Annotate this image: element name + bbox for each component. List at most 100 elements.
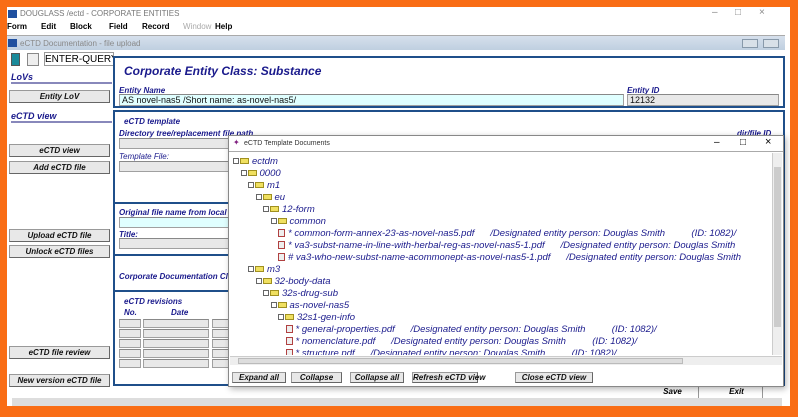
exit-door-icon[interactable]	[11, 53, 20, 66]
tree-folder[interactable]: 32s1-gen-info	[278, 312, 355, 324]
collapse-icon[interactable]	[255, 278, 262, 285]
ectd-file-review-button[interactable]: eCTD file review	[9, 346, 110, 359]
collapse-icon[interactable]	[263, 290, 269, 297]
pdf-file-icon	[278, 253, 285, 262]
revision-cell[interactable]	[119, 329, 141, 338]
collapse-icon[interactable]	[240, 170, 247, 177]
horizontal-scrollbar[interactable]	[12, 398, 782, 406]
title-field[interactable]	[119, 238, 234, 249]
tree-folder[interactable]: eu	[255, 192, 285, 204]
ectd-view-heading: eCTD view	[11, 111, 112, 123]
revision-cell[interactable]	[143, 329, 209, 338]
collapse-icon[interactable]	[248, 182, 254, 189]
collapse-icon[interactable]	[278, 314, 284, 321]
tree-folder[interactable]: 32-body-data	[255, 276, 330, 288]
tree-horizontal-scrollbar[interactable]	[230, 356, 782, 365]
new-version-ectd-file-button[interactable]: New version eCTD file	[9, 374, 110, 387]
tree-node-label: as-novel-nas5	[289, 300, 350, 311]
tree-file[interactable]: * structure.pdf /Designated entity perso…	[285, 348, 617, 355]
original-file-field[interactable]	[119, 217, 234, 228]
tree-file[interactable]: * va3-subst-name-in-line-with-herbal-reg…	[278, 240, 735, 252]
folder-icon	[240, 158, 249, 165]
entity-name-field[interactable]: AS novel-nas5 /Short name: as-novel-nas5…	[119, 94, 624, 106]
tree-node-label: 0000	[259, 168, 281, 179]
entity-id-field[interactable]: 12132	[627, 94, 779, 106]
collapse-icon[interactable]	[233, 158, 239, 165]
template-file-label: Template File:	[119, 152, 169, 161]
revision-cell[interactable]	[119, 349, 141, 358]
revision-cell[interactable]	[119, 359, 141, 368]
folder-icon	[262, 194, 272, 201]
collapse-icon[interactable]	[248, 266, 254, 273]
collapse-icon[interactable]	[270, 302, 277, 309]
inner-minimize-button[interactable]	[742, 39, 758, 48]
collapse-icon[interactable]	[270, 218, 277, 225]
tree-vertical-scrollbar[interactable]	[772, 153, 782, 355]
ectd-view-button[interactable]: eCTD view	[9, 144, 110, 157]
tree-folder[interactable]: m3	[248, 264, 280, 276]
add-ectd-file-button[interactable]: Add eCTD file	[9, 161, 110, 174]
tree-folder[interactable]: m1	[248, 180, 280, 192]
close-icon[interactable]: ×	[759, 7, 765, 18]
dialog-minimize-icon[interactable]: –	[714, 137, 720, 148]
close-ectd-view-button[interactable]: Close eCTD view	[515, 372, 593, 383]
tree-folder[interactable]: common	[270, 216, 326, 228]
menu-window[interactable]: Window	[183, 22, 211, 31]
lovs-heading: LoVs	[11, 72, 112, 84]
exit-button[interactable]: Exit	[711, 387, 763, 398]
tree-folder[interactable]: 0000	[240, 168, 281, 180]
document-tree[interactable]: ectdm 0000 m1 eu 12-form common * common-form-…	[230, 153, 772, 355]
tree-folder[interactable]: as-novel-nas5	[270, 300, 350, 312]
tree-file[interactable]: * common-form-annex-23-as-novel-nas5.pdf…	[278, 228, 736, 240]
pdf-file-icon	[285, 349, 293, 355]
refresh-ectd-view-button[interactable]: Refresh eCTD view	[412, 372, 485, 383]
tree-node-label: * va3-subst-name-in-line-with-herbal-reg…	[288, 240, 736, 251]
unlock-ectd-files-button[interactable]: Unlock eCTD files	[9, 245, 110, 258]
revision-cell[interactable]	[143, 319, 209, 328]
menu-field[interactable]: Field	[109, 22, 128, 31]
tree-file[interactable]: * general-properties.pdf /Designated ent…	[285, 324, 657, 336]
folder-icon	[277, 218, 287, 225]
inner-title-bar: eCTD Documentation - file upload	[7, 35, 785, 50]
window-title: DOUGLASS /ectd - CORPORATE ENTITIES	[20, 9, 180, 18]
query-pencil-icon[interactable]	[27, 53, 39, 66]
dialog-maximize-icon[interactable]: □	[740, 137, 746, 148]
maximize-icon[interactable]: □	[735, 7, 741, 18]
tree-file[interactable]: * nomenclature.pdf /Designated entity pe…	[285, 336, 638, 348]
menu-edit[interactable]: Edit	[41, 22, 56, 31]
menu-bar: Form Edit Block Field Record Window Help	[7, 21, 790, 34]
dir-path-field[interactable]	[119, 138, 234, 149]
collapse-all-button[interactable]: Collapse all	[350, 372, 404, 383]
ectd-template-dialog: ✦ eCTD Template Documents – □ × ectdm 000…	[228, 135, 784, 387]
tree-folder[interactable]: 32s-drug-sub	[263, 288, 338, 300]
collapse-button[interactable]: Collapse	[291, 372, 342, 383]
inner-restore-button[interactable]	[763, 39, 779, 48]
upload-ectd-file-button[interactable]: Upload eCTD file	[9, 229, 110, 242]
revision-cell[interactable]	[143, 359, 209, 368]
menu-help[interactable]: Help	[215, 22, 232, 31]
save-button[interactable]: Save	[647, 387, 699, 398]
pdf-file-icon	[285, 325, 293, 334]
title-bar: DOUGLASS /ectd - CORPORATE ENTITIES – □ …	[7, 7, 790, 21]
expand-all-button[interactable]: Expand all	[232, 372, 286, 383]
tree-folder[interactable]: 12-form	[263, 204, 315, 216]
revision-cell[interactable]	[119, 339, 141, 348]
mode-indicator: ENTER-QUERY	[44, 52, 114, 66]
template-file-field[interactable]	[119, 161, 234, 172]
revision-cell[interactable]	[143, 349, 209, 358]
menu-record[interactable]: Record	[142, 22, 170, 31]
collapse-icon[interactable]	[255, 194, 262, 201]
dialog-title-bar: ✦ eCTD Template Documents – □ ×	[229, 136, 783, 152]
tree-file[interactable]: # va3-who-new-subst-name-acommonept-as-n…	[278, 252, 741, 264]
revision-cell[interactable]	[119, 319, 141, 328]
menu-block[interactable]: Block	[70, 22, 92, 31]
tree-node-label: * nomenclature.pdf /Designated entity pe…	[295, 336, 638, 347]
entity-lov-button[interactable]: Entity LoV	[9, 90, 110, 103]
minimize-icon[interactable]: –	[712, 7, 718, 18]
entity-class-title: Corporate Entity Class: Substance	[124, 64, 322, 78]
tree-folder[interactable]: ectdm	[233, 156, 278, 168]
menu-form[interactable]: Form	[7, 22, 27, 31]
revision-cell[interactable]	[143, 339, 209, 348]
collapse-icon[interactable]	[263, 206, 269, 213]
dialog-close-icon[interactable]: ×	[765, 136, 771, 148]
